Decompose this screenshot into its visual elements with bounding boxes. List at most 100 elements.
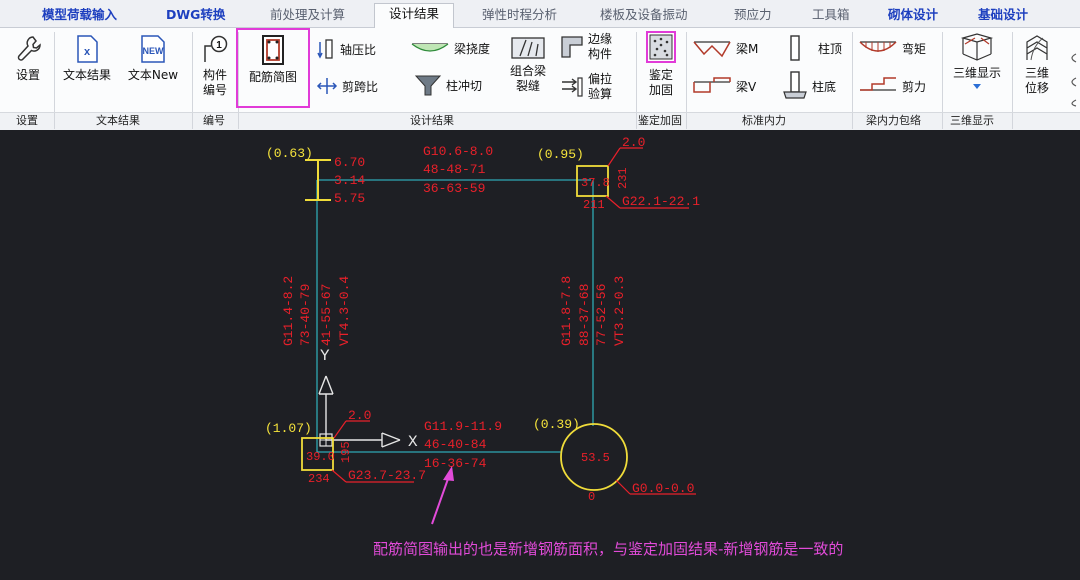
svg-text:77-52-56: 77-52-56 bbox=[594, 284, 609, 346]
beam-shear-icon bbox=[693, 77, 731, 93]
tab-foundation-design[interactable]: 基础设计 bbox=[978, 6, 1028, 24]
structure-drawing: (0.63) 6.70 3.14 5.75 G10.6-8.0 48-48-71… bbox=[265, 135, 700, 525]
svg-text:88-37-68: 88-37-68 bbox=[577, 284, 592, 346]
tab-model-load-input[interactable]: 模型荷载输入 bbox=[42, 6, 117, 24]
dropdown-arrow-icon[interactable] bbox=[972, 83, 982, 91]
svg-text:231: 231 bbox=[616, 167, 630, 189]
bottom-beam-labels: G11.9-11.9 46-40-84 16-36-74 bbox=[424, 419, 502, 471]
tab-floor-vibration[interactable]: 楼板及设备振动 bbox=[600, 6, 688, 24]
svg-text:0: 0 bbox=[588, 490, 595, 504]
annotation-text: 配筋简图输出的也是新增钢筋面积，与鉴定加固结果-新增钢筋是一致的 bbox=[373, 540, 844, 558]
ribbon-group-labels: 设置 文本结果 编号 设计结果 鉴定加固 标准内力 梁内力包络 三维显示 bbox=[0, 112, 1080, 131]
appraisal-section-icon bbox=[646, 31, 676, 63]
svg-text:46-40-84: 46-40-84 bbox=[424, 437, 487, 452]
svg-text:x: x bbox=[84, 46, 91, 58]
group-label-standard-forces: 标准内力 bbox=[742, 114, 786, 127]
rebar-value-bottom: 5.75 bbox=[334, 191, 365, 206]
appraisal-reinforcement-button[interactable]: 鉴定 加固 bbox=[640, 30, 682, 98]
svg-text:73-40-79: 73-40-79 bbox=[298, 284, 313, 346]
column-top-right[interactable]: (0.95) 37.8 2.0 231 211 G22.1-22.1 bbox=[537, 135, 700, 212]
three-d-display-button[interactable]: 三维显示 bbox=[946, 32, 1008, 91]
three-d-displacement-icon bbox=[1026, 35, 1048, 61]
svg-text:1: 1 bbox=[216, 40, 222, 51]
tab-design-results[interactable]: 设计结果 bbox=[374, 3, 455, 28]
group-label-beam-envelope: 梁内力包络 bbox=[866, 114, 921, 127]
text-result-button[interactable]: x 文本结果 bbox=[58, 34, 116, 83]
svg-text:G0.0-0.0: G0.0-0.0 bbox=[632, 481, 694, 496]
group-label-three-d: 三维显示 bbox=[950, 114, 994, 127]
moment-envelope-icon bbox=[859, 41, 897, 52]
column-bottom-left[interactable]: (1.07) 39.0 2.0 195 234 G23.7-23.7 bbox=[265, 408, 426, 486]
column-bottom-button[interactable]: 柱底 bbox=[782, 70, 836, 102]
text-new-button[interactable]: NEW 文本New bbox=[122, 34, 184, 83]
rebar-diagram-highlight bbox=[236, 28, 310, 108]
numbered-member-icon: 1 bbox=[204, 35, 228, 62]
axial-ratio-icon bbox=[317, 39, 333, 59]
svg-text:195: 195 bbox=[339, 441, 353, 463]
svg-text:16-36-74: 16-36-74 bbox=[424, 456, 487, 471]
group-label-design-results: 设计结果 bbox=[410, 114, 454, 127]
beam-moment-button[interactable]: 梁M bbox=[692, 38, 758, 58]
wrench-icon bbox=[17, 36, 41, 61]
group-label-numbering: 编号 bbox=[203, 114, 225, 127]
rebar-value-top: 6.70 bbox=[334, 155, 365, 170]
column-bottom-right[interactable]: (0.39) 53.5 0 G0.0-0.0 bbox=[533, 417, 696, 504]
word-document-icon: x bbox=[77, 35, 98, 63]
composite-beam-icon bbox=[511, 37, 545, 59]
column-ratio-label: (0.95) bbox=[537, 147, 584, 162]
settings-button[interactable]: 设置 bbox=[8, 34, 48, 83]
ribbon-tab-bar: 模型荷载输入 DWG转换 前处理及计算 设计结果 弹性时程分析 楼板及设备振动 … bbox=[0, 0, 1080, 28]
group-label-settings: 设置 bbox=[16, 114, 38, 127]
shear-envelope-icon bbox=[860, 77, 896, 91]
group-label-text-results: 文本结果 bbox=[96, 114, 140, 127]
punching-funnel-icon bbox=[414, 75, 442, 96]
axis-y-label: Y bbox=[320, 347, 330, 365]
beam-moment-icon bbox=[693, 41, 731, 58]
bending-envelope-button[interactable]: 弯矩 bbox=[858, 38, 926, 58]
column-area-value: 39.0 bbox=[306, 450, 335, 464]
column-top-button[interactable]: 柱顶 bbox=[786, 34, 842, 62]
svg-text:VT3.2-0.3: VT3.2-0.3 bbox=[612, 276, 627, 346]
shear-envelope-button[interactable]: 剪力 bbox=[858, 76, 926, 96]
column-area-value: 37.8 bbox=[581, 176, 610, 190]
eccentric-tension-icon bbox=[562, 77, 583, 97]
column-top-icon bbox=[790, 35, 800, 61]
beam-deflection-button[interactable]: 梁挠度 bbox=[410, 38, 490, 58]
svg-text:G11.8-7.8: G11.8-7.8 bbox=[559, 276, 574, 346]
beam-shear-button[interactable]: 梁V bbox=[692, 76, 756, 96]
tab-prestress[interactable]: 预应力 bbox=[734, 6, 772, 24]
overflow-curve-icons bbox=[1071, 53, 1077, 107]
axis-x-label: X bbox=[408, 433, 418, 451]
svg-text:211: 211 bbox=[583, 198, 605, 212]
edge-member-button[interactable]: 边缘 构件 bbox=[560, 32, 632, 62]
column-punching-button[interactable]: 柱冲切 bbox=[414, 73, 482, 97]
annotation-arrow bbox=[431, 466, 454, 525]
new-document-icon: NEW bbox=[141, 35, 165, 63]
eccentric-tension-check-button[interactable]: 偏拉 验算 bbox=[560, 72, 632, 102]
three-d-displacement-button[interactable]: 三维 位移 bbox=[1014, 32, 1060, 96]
tab-dwg-convert[interactable]: DWG转换 bbox=[166, 6, 225, 24]
tab-elastic-time-history[interactable]: 弹性时程分析 bbox=[482, 6, 557, 24]
edge-member-icon bbox=[561, 36, 583, 58]
top-beam-labels: G10.6-8.0 48-48-71 36-63-59 bbox=[423, 144, 493, 196]
tab-toolbox[interactable]: 工具箱 bbox=[812, 6, 850, 24]
svg-text:G11.4-8.2: G11.4-8.2 bbox=[281, 276, 296, 346]
column-top-left[interactable]: (0.63) 6.70 3.14 5.75 bbox=[266, 146, 365, 206]
svg-text:41-55-67: 41-55-67 bbox=[319, 284, 334, 346]
svg-text:NEW: NEW bbox=[143, 46, 165, 56]
svg-text:48-48-71: 48-48-71 bbox=[423, 162, 486, 177]
svg-text:2.0: 2.0 bbox=[622, 135, 645, 150]
tab-masonry-design[interactable]: 砌体设计 bbox=[888, 6, 938, 24]
member-number-button[interactable]: 1 构件 编号 bbox=[196, 34, 234, 98]
column-area-value: 53.5 bbox=[581, 451, 610, 465]
axial-ratio-button[interactable]: 轴压比 bbox=[316, 38, 376, 60]
svg-text:G10.6-8.0: G10.6-8.0 bbox=[423, 144, 493, 159]
svg-text:G11.9-11.9: G11.9-11.9 bbox=[424, 419, 502, 434]
column-bottom-icon bbox=[783, 71, 807, 99]
tab-preprocess-calc[interactable]: 前处理及计算 bbox=[270, 6, 345, 24]
svg-text:2.0: 2.0 bbox=[348, 408, 371, 423]
shear-span-ratio-button[interactable]: 剪跨比 bbox=[316, 75, 378, 97]
svg-text:36-63-59: 36-63-59 bbox=[423, 181, 485, 196]
composite-beam-crack-button[interactable]: 组合梁 裂缝 bbox=[504, 36, 552, 94]
column-ratio-label: (0.39) bbox=[533, 417, 580, 432]
